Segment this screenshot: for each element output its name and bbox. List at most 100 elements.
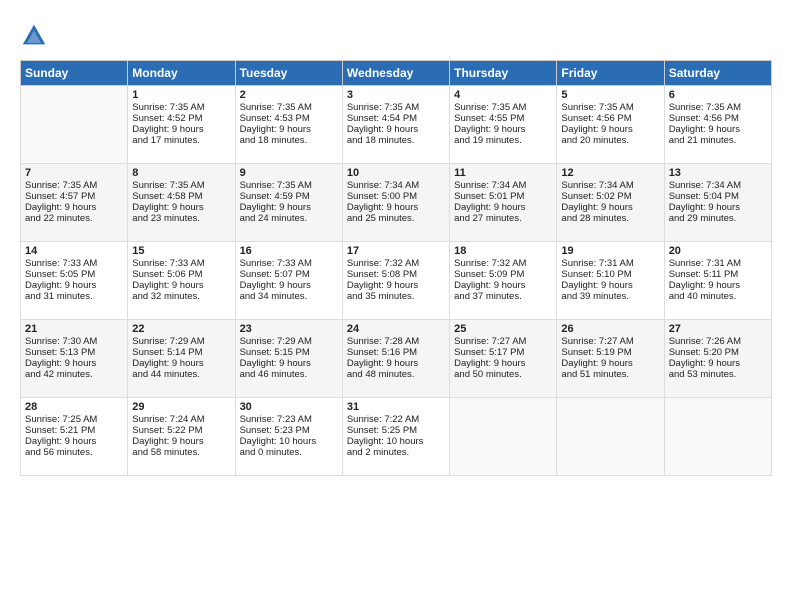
day-number: 4	[454, 89, 552, 101]
day-info-line: Daylight: 9 hours	[347, 280, 445, 291]
calendar-cell: 26Sunrise: 7:27 AMSunset: 5:19 PMDayligh…	[557, 320, 664, 398]
day-number: 24	[347, 323, 445, 335]
day-info-line: Daylight: 9 hours	[132, 124, 230, 135]
day-info-line: Daylight: 9 hours	[347, 202, 445, 213]
col-header-monday: Monday	[128, 61, 235, 86]
day-info-line: Daylight: 9 hours	[347, 358, 445, 369]
day-info-line: Sunrise: 7:31 AM	[669, 258, 767, 269]
day-number: 12	[561, 167, 659, 179]
day-number: 26	[561, 323, 659, 335]
day-info-line: and 56 minutes.	[25, 447, 123, 458]
day-info-line: Sunrise: 7:35 AM	[240, 102, 338, 113]
day-info-line: Sunrise: 7:35 AM	[669, 102, 767, 113]
day-number: 2	[240, 89, 338, 101]
day-info-line: Sunset: 5:15 PM	[240, 347, 338, 358]
day-info-line: Sunset: 4:52 PM	[132, 113, 230, 124]
day-info-line: and 0 minutes.	[240, 447, 338, 458]
day-info-line: and 35 minutes.	[347, 291, 445, 302]
calendar-cell: 16Sunrise: 7:33 AMSunset: 5:07 PMDayligh…	[235, 242, 342, 320]
day-info-line: Sunrise: 7:24 AM	[132, 414, 230, 425]
day-info-line: Sunset: 5:06 PM	[132, 269, 230, 280]
day-number: 6	[669, 89, 767, 101]
day-number: 1	[132, 89, 230, 101]
calendar-cell: 13Sunrise: 7:34 AMSunset: 5:04 PMDayligh…	[664, 164, 771, 242]
week-row-3: 14Sunrise: 7:33 AMSunset: 5:05 PMDayligh…	[21, 242, 772, 320]
col-header-thursday: Thursday	[450, 61, 557, 86]
calendar-cell: 7Sunrise: 7:35 AMSunset: 4:57 PMDaylight…	[21, 164, 128, 242]
day-info-line: Daylight: 9 hours	[669, 124, 767, 135]
logo-icon	[20, 22, 48, 50]
day-number: 31	[347, 401, 445, 413]
day-info-line: Sunrise: 7:25 AM	[25, 414, 123, 425]
week-row-1: 1Sunrise: 7:35 AMSunset: 4:52 PMDaylight…	[21, 86, 772, 164]
day-info-line: Sunrise: 7:35 AM	[132, 180, 230, 191]
day-info-line: Sunrise: 7:34 AM	[669, 180, 767, 191]
day-info-line: Daylight: 10 hours	[240, 436, 338, 447]
day-number: 5	[561, 89, 659, 101]
day-number: 13	[669, 167, 767, 179]
day-info-line: Sunset: 5:22 PM	[132, 425, 230, 436]
day-number: 20	[669, 245, 767, 257]
col-header-sunday: Sunday	[21, 61, 128, 86]
calendar-cell: 10Sunrise: 7:34 AMSunset: 5:00 PMDayligh…	[342, 164, 449, 242]
day-info-line: Daylight: 9 hours	[669, 358, 767, 369]
day-number: 22	[132, 323, 230, 335]
day-info-line: Sunrise: 7:32 AM	[347, 258, 445, 269]
day-info-line: Sunrise: 7:34 AM	[561, 180, 659, 191]
day-info-line: Sunset: 4:58 PM	[132, 191, 230, 202]
day-info-line: Sunrise: 7:33 AM	[25, 258, 123, 269]
day-number: 23	[240, 323, 338, 335]
day-info-line: and 24 minutes.	[240, 213, 338, 224]
day-info-line: Daylight: 9 hours	[25, 280, 123, 291]
calendar-cell: 18Sunrise: 7:32 AMSunset: 5:09 PMDayligh…	[450, 242, 557, 320]
day-number: 7	[25, 167, 123, 179]
day-info-line: Daylight: 9 hours	[132, 280, 230, 291]
calendar-cell: 19Sunrise: 7:31 AMSunset: 5:10 PMDayligh…	[557, 242, 664, 320]
day-info-line: Sunset: 5:21 PM	[25, 425, 123, 436]
day-info-line: Sunset: 5:05 PM	[25, 269, 123, 280]
day-number: 16	[240, 245, 338, 257]
calendar-cell	[664, 398, 771, 476]
day-info-line: Sunset: 5:11 PM	[669, 269, 767, 280]
day-info-line: and 51 minutes.	[561, 369, 659, 380]
day-info-line: Sunrise: 7:31 AM	[561, 258, 659, 269]
calendar-table: SundayMondayTuesdayWednesdayThursdayFrid…	[20, 60, 772, 476]
day-info-line: Sunset: 5:04 PM	[669, 191, 767, 202]
day-info-line: Sunset: 4:56 PM	[561, 113, 659, 124]
calendar-cell: 12Sunrise: 7:34 AMSunset: 5:02 PMDayligh…	[557, 164, 664, 242]
day-info-line: Daylight: 9 hours	[132, 202, 230, 213]
day-info-line: and 23 minutes.	[132, 213, 230, 224]
calendar-cell: 27Sunrise: 7:26 AMSunset: 5:20 PMDayligh…	[664, 320, 771, 398]
header	[20, 18, 772, 50]
calendar-cell: 29Sunrise: 7:24 AMSunset: 5:22 PMDayligh…	[128, 398, 235, 476]
day-info-line: Sunrise: 7:28 AM	[347, 336, 445, 347]
day-info-line: Daylight: 9 hours	[561, 280, 659, 291]
calendar-cell	[21, 86, 128, 164]
day-info-line: and 48 minutes.	[347, 369, 445, 380]
day-number: 9	[240, 167, 338, 179]
day-number: 29	[132, 401, 230, 413]
day-info-line: Daylight: 9 hours	[25, 436, 123, 447]
day-info-line: and 17 minutes.	[132, 135, 230, 146]
day-info-line: Sunset: 5:07 PM	[240, 269, 338, 280]
day-info-line: Daylight: 9 hours	[132, 358, 230, 369]
day-info-line: Sunset: 4:56 PM	[669, 113, 767, 124]
day-info-line: Sunrise: 7:29 AM	[132, 336, 230, 347]
calendar-cell: 9Sunrise: 7:35 AMSunset: 4:59 PMDaylight…	[235, 164, 342, 242]
calendar-cell: 1Sunrise: 7:35 AMSunset: 4:52 PMDaylight…	[128, 86, 235, 164]
day-info-line: Sunset: 4:53 PM	[240, 113, 338, 124]
day-number: 10	[347, 167, 445, 179]
calendar-cell: 31Sunrise: 7:22 AMSunset: 5:25 PMDayligh…	[342, 398, 449, 476]
day-info-line: and 44 minutes.	[132, 369, 230, 380]
day-info-line: Daylight: 10 hours	[347, 436, 445, 447]
day-info-line: Sunrise: 7:22 AM	[347, 414, 445, 425]
day-info-line: Sunrise: 7:35 AM	[240, 180, 338, 191]
day-info-line: Daylight: 9 hours	[454, 124, 552, 135]
day-info-line: Daylight: 9 hours	[454, 202, 552, 213]
calendar-cell	[557, 398, 664, 476]
day-number: 14	[25, 245, 123, 257]
day-info-line: Sunrise: 7:33 AM	[240, 258, 338, 269]
week-row-4: 21Sunrise: 7:30 AMSunset: 5:13 PMDayligh…	[21, 320, 772, 398]
day-info-line: Daylight: 9 hours	[561, 202, 659, 213]
day-info-line: Sunrise: 7:27 AM	[454, 336, 552, 347]
